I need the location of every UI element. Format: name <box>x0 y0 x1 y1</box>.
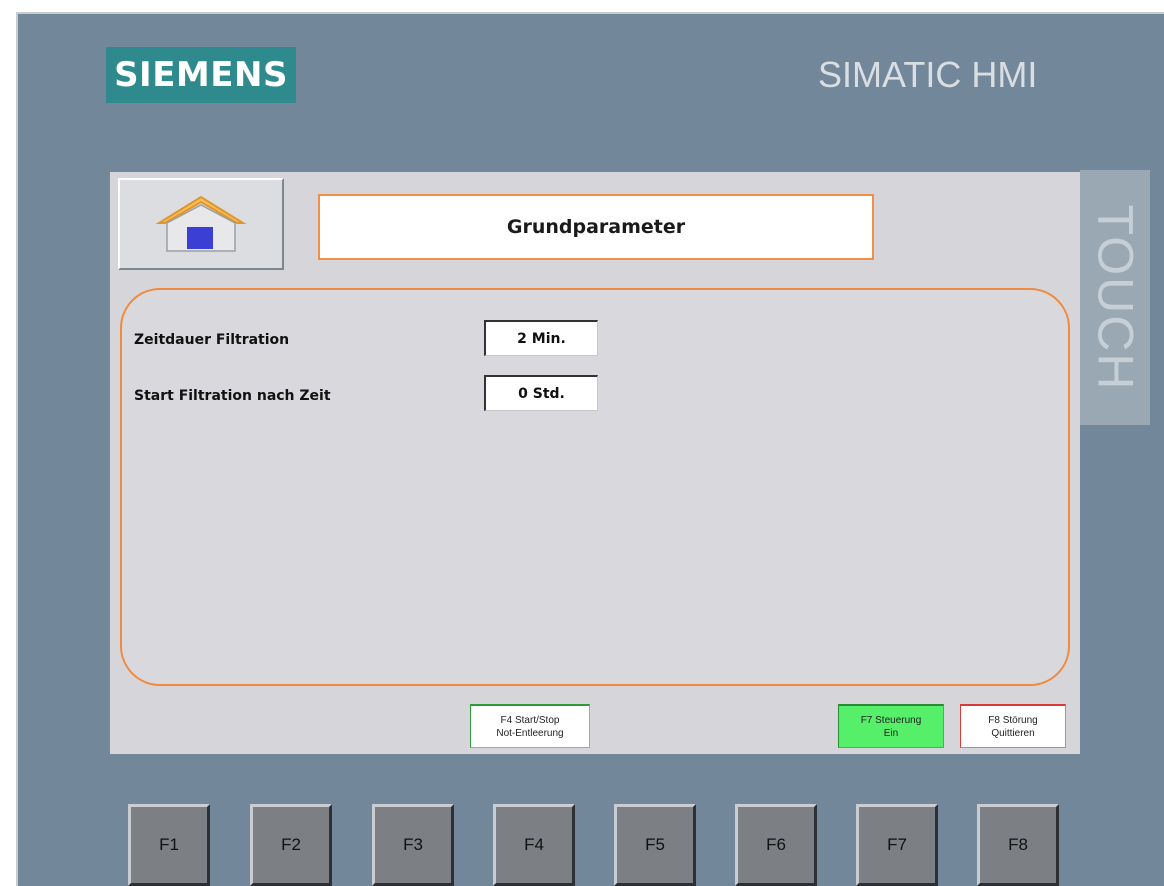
siemens-logo: SIEMENS <box>106 47 296 103</box>
f8-key[interactable]: F8 <box>977 804 1059 886</box>
f5-key[interactable]: F5 <box>614 804 696 886</box>
f7-label-line1: F7 Steuerung <box>860 714 922 726</box>
f4-key[interactable]: F4 <box>493 804 575 886</box>
zeitdauer-filtration-field[interactable]: 2 Min. <box>484 320 598 356</box>
f4-label-line2: Not-Entleerung <box>496 727 564 739</box>
f1-key[interactable]: F1 <box>128 804 210 886</box>
f8-label-line1: F8 Störung <box>988 714 1038 726</box>
parameter-panel: Zeitdauer Filtration 2 Min. Start Filtra… <box>120 288 1070 686</box>
home-icon <box>155 195 247 252</box>
f7-label-line2: Ein <box>883 727 899 739</box>
f4-label-line1: F4 Start/Stop <box>500 714 560 726</box>
start-filtration-field[interactable]: 0 Std. <box>484 375 598 411</box>
f2-key[interactable]: F2 <box>250 804 332 886</box>
f6-key[interactable]: F6 <box>735 804 817 886</box>
f7-key[interactable]: F7 <box>856 804 938 886</box>
f4-start-stop-button[interactable]: F4 Start/Stop Not-Entleerung <box>470 704 590 748</box>
simatic-hmi-label: SIMATIC HMI <box>818 54 1038 95</box>
function-key-row: F1 F2 F3 F4 F5 F6 F7 F8 <box>128 804 1068 886</box>
param-label-start: Start Filtration nach Zeit <box>134 388 331 404</box>
hmi-screen: Grundparameter Zeitdauer Filtration 2 Mi… <box>110 172 1080 754</box>
param-label-zeitdauer: Zeitdauer Filtration <box>134 332 290 348</box>
touch-label-text: TOUCH <box>1087 204 1144 391</box>
page-title: Grundparameter <box>318 194 874 260</box>
touch-label: TOUCH <box>1080 170 1150 425</box>
f8-label-line2: Quittieren <box>991 727 1035 739</box>
f8-stoerung-button[interactable]: F8 Störung Quittieren <box>960 704 1066 748</box>
f3-key[interactable]: F3 <box>372 804 454 886</box>
f7-steuerung-button[interactable]: F7 Steuerung Ein <box>838 704 944 748</box>
home-button[interactable] <box>118 178 284 270</box>
